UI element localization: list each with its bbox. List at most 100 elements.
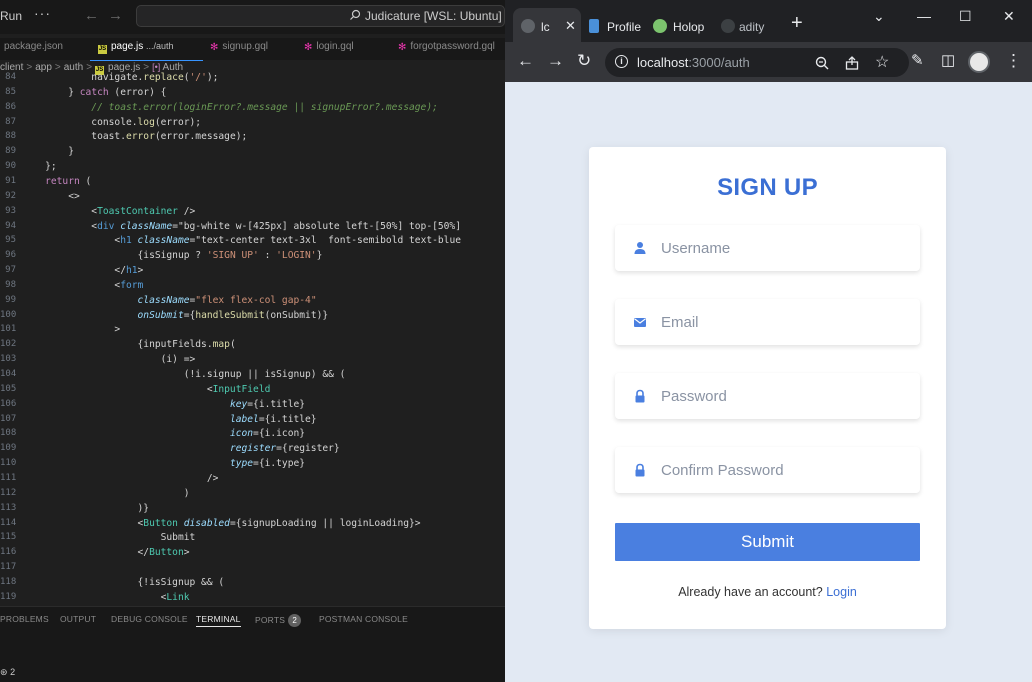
code-text: <> (22, 190, 80, 202)
username-field[interactable] (615, 225, 920, 271)
extensions-icon[interactable]: ✎ (911, 52, 924, 70)
site-info-icon[interactable]: i (615, 55, 628, 68)
code-text: }; (22, 161, 57, 173)
code-line: 109 register={register} (0, 441, 505, 456)
code-text: ) (22, 487, 190, 499)
code-line: 114 <Button disabled={signupLoading || l… (0, 516, 505, 531)
code-editor[interactable]: 84 navigate.replace('/'); 85 } catch (err… (0, 70, 505, 606)
tab-aditya[interactable]: adity (717, 8, 773, 42)
maximize-icon[interactable]: ☐ (959, 8, 972, 25)
line-number: 112 (0, 487, 17, 498)
tab-localhost[interactable]: lc ✕ (513, 8, 581, 42)
email-field[interactable] (615, 299, 920, 345)
code-line: 93 <ToastContainer /> (0, 204, 505, 219)
tab-holop[interactable]: Holop (651, 8, 707, 42)
code-text: <h1 className="text-center text-3xl font… (22, 235, 461, 247)
password-input[interactable] (661, 373, 911, 419)
line-number: 97 (5, 265, 16, 276)
tab-login-gql[interactable]: ✻ login.gql (304, 41, 354, 53)
url-host: localhost (637, 55, 689, 70)
user-icon (634, 242, 646, 254)
search-icon (350, 9, 361, 20)
tab-label: login.gql (316, 41, 354, 52)
reload-icon[interactable]: ↻ (577, 52, 591, 70)
code-text: register={register} (229, 443, 340, 455)
chrome-menu-icon[interactable]: ⋮ (1005, 52, 1022, 70)
code-line: 98 <form (0, 278, 505, 293)
run-menu[interactable]: Run (0, 9, 22, 23)
password-field[interactable] (615, 373, 920, 419)
share-icon[interactable] (845, 56, 859, 70)
side-panel-icon[interactable]: ◫ (941, 52, 955, 70)
line-number: 105 (0, 383, 17, 394)
tab-forgotpassword-gql[interactable]: ✻ forgotpassword.gql (398, 41, 495, 53)
tab-signup-gql[interactable]: ✻ signup.gql (210, 41, 268, 53)
code-text: } (22, 146, 74, 158)
panel-tab-postman-console[interactable]: POSTMAN CONSOLE (319, 614, 408, 624)
vscode-titlebar: Run ··· ← → Judicature [WSL: Ubuntu] (0, 0, 505, 34)
site-favicon-icon (653, 19, 667, 33)
line-number: 116 (0, 547, 17, 558)
code-line: 106 key={i.title} (0, 397, 505, 412)
code-line: 90 }; (0, 159, 505, 174)
tab-search-chevron-icon[interactable]: ⌄ (873, 8, 885, 25)
tab-profile[interactable]: Profile (585, 8, 647, 42)
code-text: key={i.title} (229, 398, 306, 410)
code-text: {!isSignup && ( (22, 576, 225, 588)
forward-icon[interactable]: → (547, 52, 564, 70)
more-menu-icon[interactable]: ··· (34, 5, 51, 21)
zoom-icon[interactable] (815, 56, 829, 70)
command-center-search[interactable]: Judicature [WSL: Ubuntu] (136, 5, 505, 27)
code-line: 115 Submit (0, 530, 505, 545)
new-tab-button[interactable]: + (791, 13, 803, 33)
back-icon[interactable]: ← (517, 52, 534, 70)
line-number: 87 (5, 116, 16, 127)
panel-tab-terminal[interactable]: TERMINAL (196, 614, 241, 627)
username-input[interactable] (661, 225, 911, 271)
code-text: )} (22, 502, 150, 514)
javascript-icon: JS (98, 45, 107, 54)
auth-card: SIGN UP Username Email Submit Already ha… (589, 147, 946, 629)
status-ports-item[interactable]: ⊛ 2 (0, 667, 15, 678)
code-line: 102 {inputFields.map( (0, 337, 505, 352)
panel-tab-output[interactable]: OUTPUT (60, 614, 96, 624)
code-line: 88 toast.error(error.message); (0, 129, 505, 144)
tab-package-json[interactable]: {}package.json (0, 41, 63, 52)
line-number: 99 (5, 294, 16, 305)
code-text: } catch (error) { (22, 86, 167, 98)
login-link[interactable]: Login (826, 585, 857, 599)
close-window-icon[interactable]: ✕ (1003, 8, 1015, 25)
forward-arrow-icon[interactable]: → (108, 7, 123, 24)
code-text: <Button disabled={signupLoading || login… (22, 517, 421, 529)
bookmark-star-icon[interactable]: ☆ (875, 52, 889, 72)
code-text: </Button> (22, 547, 190, 559)
code-line: 119 <Link (0, 590, 505, 605)
graphql-icon: ✻ (304, 42, 313, 53)
submit-button[interactable]: Submit (615, 523, 920, 561)
line-number: 85 (5, 86, 16, 97)
code-line: 97 </h1> (0, 263, 505, 278)
radio-tower-icon: ⊛ (0, 667, 8, 677)
confirm-password-field[interactable] (615, 447, 920, 493)
email-input[interactable] (661, 299, 911, 345)
code-line: 118 {!isSignup && ( (0, 575, 505, 590)
panel-tab-debug-console[interactable]: DEBUG CONSOLE (111, 614, 188, 624)
tab-label: package.json (4, 41, 63, 52)
confirm-password-input[interactable] (661, 447, 911, 493)
code-line: 95 <h1 className="text-center text-3xl f… (0, 233, 505, 248)
minimize-icon[interactable]: — (917, 8, 931, 24)
code-text: > (22, 324, 121, 336)
status-count: 2 (10, 667, 16, 677)
panel-tab-ports[interactable]: PORTS 2 (255, 614, 302, 627)
address-bar[interactable]: i localhost:3000/auth ☆ (605, 48, 909, 77)
panel-tab-problems[interactable]: PROBLEMS (0, 614, 49, 624)
profile-avatar[interactable] (968, 51, 990, 73)
code-line: 100 onSubmit={handleSubmit(onSubmit)} (0, 308, 505, 323)
code-text: (!i.signup || isSignup) && ( (22, 369, 346, 380)
line-number: 108 (0, 428, 17, 439)
code-text: <Link (22, 591, 190, 603)
back-arrow-icon[interactable]: ← (84, 7, 99, 24)
ports-count-badge: 2 (288, 614, 302, 627)
tab-close-icon[interactable]: ✕ (565, 18, 576, 34)
tab-page-js[interactable]: JS page.js .../auth (98, 41, 174, 54)
